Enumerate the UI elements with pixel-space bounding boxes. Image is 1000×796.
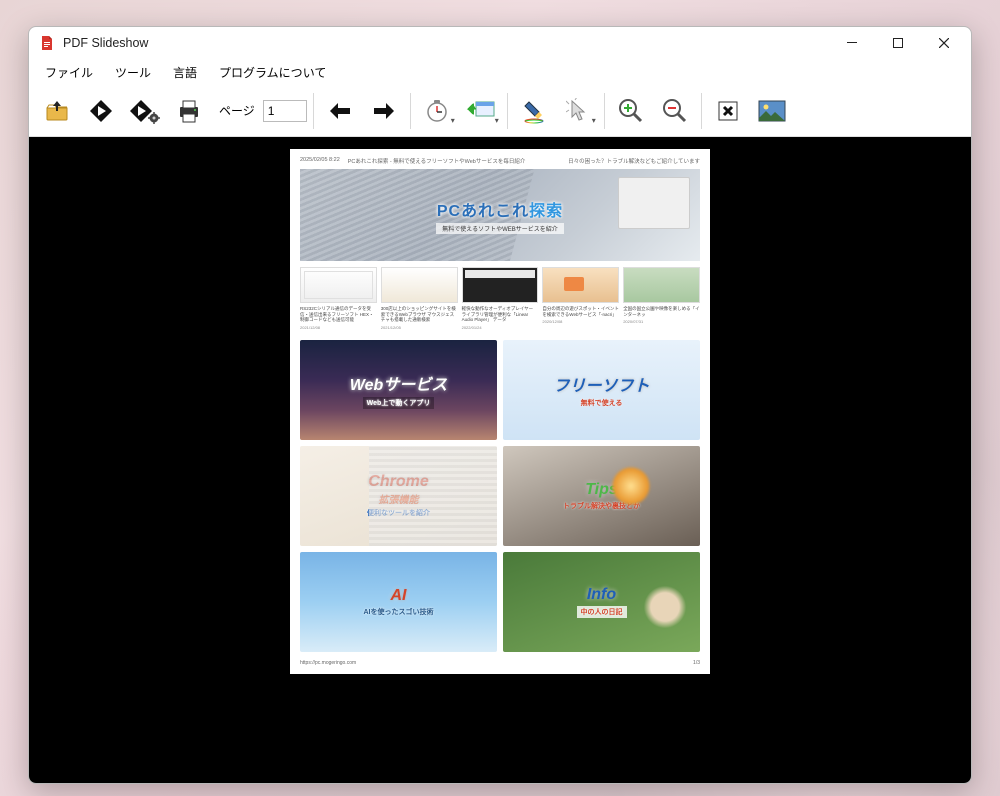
footer-url: https://pc.mogeringo.com (300, 660, 356, 666)
page-input[interactable] (263, 100, 307, 122)
interval-button[interactable]: ▾ (417, 91, 457, 131)
pdf-page: 2025/02/05 8:22 PCあれこれ探索 - 無料で使えるフリーソフトや… (290, 149, 710, 674)
close-button[interactable] (921, 27, 967, 59)
category-tiles: WebサービスWeb上で動くアプリ フリーソフト無料で使える Chrome拡張機… (300, 340, 700, 652)
tile-ai: AIAIを使ったスゴい技術 (300, 552, 497, 652)
menu-file[interactable]: ファイル (35, 61, 103, 84)
highlight-button[interactable] (514, 91, 554, 131)
article-thumbnails (300, 267, 700, 303)
toolbar-separator (604, 93, 605, 129)
tile-freesoft: フリーソフト無料で使える (503, 340, 700, 440)
window-controls (829, 27, 967, 59)
menu-tools[interactable]: ツール (105, 61, 161, 84)
document-viewport[interactable]: 2025/02/05 8:22 PCあれこれ探索 - 無料で使えるフリーソフトや… (29, 137, 971, 783)
toolbar-separator (701, 93, 702, 129)
play-button[interactable] (81, 91, 121, 131)
tile-chrome: Chrome拡張機能便利なツールを紹介 (300, 446, 497, 546)
app-icon (39, 35, 55, 51)
zoom-out-button[interactable] (655, 91, 695, 131)
page-header-right: 日々の困った？トラブル解決などもご紹介しています (568, 157, 700, 165)
zoom-in-button[interactable] (611, 91, 651, 131)
toolbar-separator (313, 93, 314, 129)
close-document-button[interactable] (708, 91, 748, 131)
play-settings-button[interactable] (125, 91, 165, 131)
chevron-down-icon: ▾ (495, 116, 499, 125)
article-caption: 自分の周辺の遊びスポット・イベントを検索できるWebサービス「-nacri」20… (542, 306, 619, 330)
tile-web-service: WebサービスWeb上で動くアプリ (300, 340, 497, 440)
menu-about[interactable]: プログラムについて (209, 61, 336, 84)
chevron-down-icon: ▾ (592, 116, 596, 125)
page-footer: https://pc.mogeringo.com 1/3 (300, 660, 700, 666)
cursor-button[interactable]: ▾ (558, 91, 598, 131)
thumbnail (542, 267, 619, 303)
toolbar-separator (507, 93, 508, 129)
page-timestamp: 2025/02/05 8:22 (300, 157, 340, 165)
tile-info: Info中の人の日記 (503, 552, 700, 652)
menubar: ファイル ツール 言語 プログラムについて (29, 59, 971, 85)
prev-page-button[interactable] (320, 91, 360, 131)
thumbnail (623, 267, 700, 303)
article-caption: RS232Cシリアル通信のデータを受信・送信出来るフリーソフト HEX・制御コー… (300, 306, 377, 330)
transition-button[interactable]: ▾ (461, 91, 501, 131)
titlebar: PDF Slideshow (29, 27, 971, 59)
tile-tips: Tipsトラブル解決や裏技とか (503, 446, 700, 546)
page-header-mid: PCあれこれ探索 - 無料で使えるフリーソフトやWebサービスを毎日紹介 (348, 157, 526, 165)
article-caption: 300店以上のショッピングサイトを検索できるWebブラウザ マウスジェスチャも搭… (381, 306, 458, 330)
article-caption: 軽快な動作なオーディオプレイヤー ライブラリ管理が便利な「Linear Audi… (462, 306, 539, 330)
print-button[interactable] (169, 91, 209, 131)
window-title: PDF Slideshow (63, 36, 148, 50)
toolbar: ページ ▾ ▾ ▾ (29, 85, 971, 137)
open-file-button[interactable] (37, 91, 77, 131)
page-label: ページ (213, 102, 259, 119)
thumbnail (300, 267, 377, 303)
maximize-button[interactable] (875, 27, 921, 59)
banner: PCあれこれ探索 無料で使えるソフトやWEBサービスを紹介 (300, 169, 700, 261)
page-header: 2025/02/05 8:22 PCあれこれ探索 - 無料で使えるフリーソフトや… (300, 157, 700, 165)
app-window: PDF Slideshow ファイル ツール 言語 プログラムについて ページ (28, 26, 972, 784)
chevron-down-icon: ▾ (451, 116, 455, 125)
banner-subtitle: 無料で使えるソフトやWEBサービスを紹介 (436, 223, 564, 234)
footer-page-number: 1/3 (693, 660, 700, 666)
toolbar-separator (410, 93, 411, 129)
thumbnail (462, 267, 539, 303)
article-captions: RS232Cシリアル通信のデータを受信・送信出来るフリーソフト HEX・制御コー… (300, 306, 700, 330)
menu-language[interactable]: 言語 (163, 61, 207, 84)
next-page-button[interactable] (364, 91, 404, 131)
thumbnail (381, 267, 458, 303)
minimize-button[interactable] (829, 27, 875, 59)
banner-title: PCあれこれ探索 (437, 197, 563, 221)
image-button[interactable] (752, 91, 792, 131)
article-caption: 全国の国立公園や映像を楽しめる「インターネッ2020/07/31 (623, 306, 700, 330)
